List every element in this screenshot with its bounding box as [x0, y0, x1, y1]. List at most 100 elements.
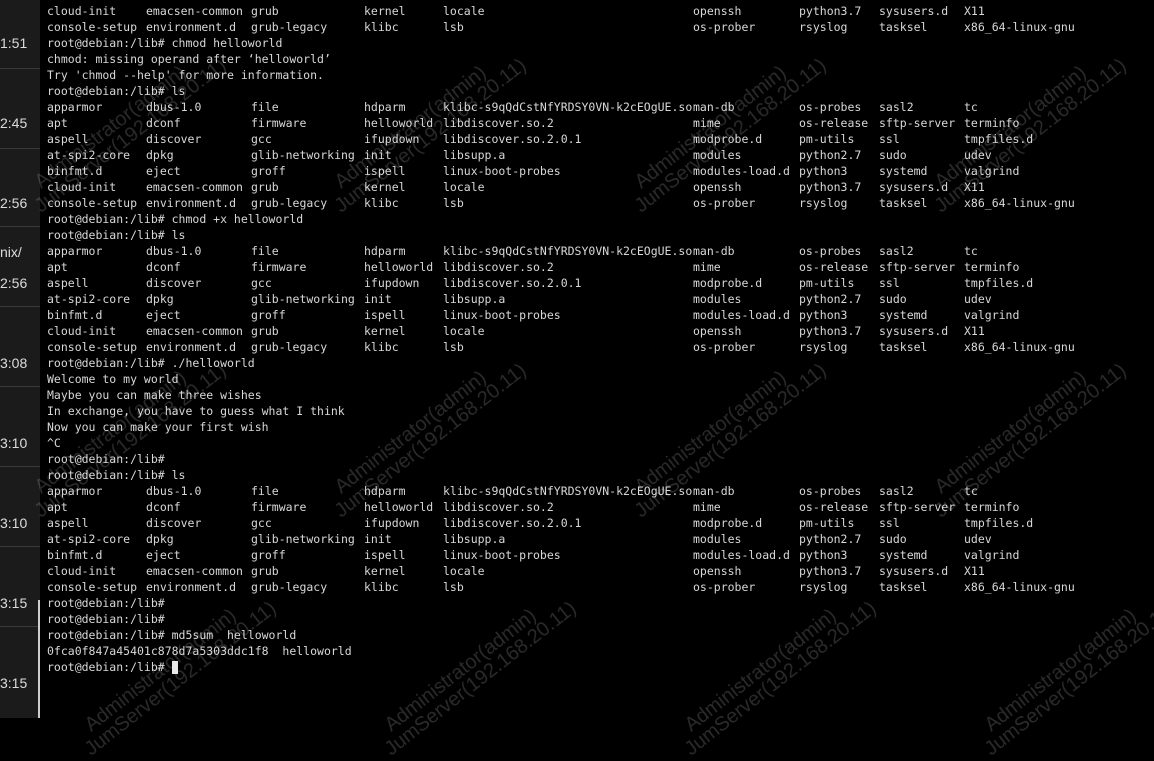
ls-entry: lsb [443, 340, 464, 354]
ls-entry: os-release [799, 116, 869, 130]
ls-entry: grub-legacy [251, 196, 328, 210]
sidebar-divider [0, 626, 40, 627]
ls-entry: rsyslog [799, 340, 848, 354]
terminal-line: apt dconf firmware helloworld libdiscover.so… [47, 499, 1019, 515]
ls-entry: grub [251, 324, 279, 338]
ls-entry: file [251, 484, 279, 498]
ls-entry: init [364, 292, 392, 306]
ls-entry: tasksel [879, 20, 928, 34]
sidebar-divider [0, 68, 40, 69]
ls-entry: ispell [364, 548, 406, 562]
ls-entry: openssh [693, 564, 742, 578]
ls-entry: python3.7 [799, 324, 862, 338]
terminal-line: console-setup environment.d grub-legacy kli… [47, 195, 1075, 211]
ls-entry: locale [443, 324, 485, 338]
ls-entry: os-prober [693, 340, 756, 354]
terminal-line: apt dconf firmware helloworld libdiscover.so… [47, 259, 1019, 275]
ls-entry: kernel [364, 4, 406, 18]
ls-entry: discover [146, 132, 202, 146]
ls-entry: tc [964, 244, 978, 258]
ls-entry: grub-legacy [251, 340, 328, 354]
terminal-line: binfmt.d eject groff ispell linux-boot-probe… [47, 547, 1019, 563]
session-time: 3:08 [0, 355, 28, 371]
ls-entry: python3.7 [799, 564, 862, 578]
ls-entry: x86_64-linux-gnu [964, 196, 1075, 210]
ls-entry: binfmt.d [47, 308, 103, 322]
session-path: nix/ [0, 244, 22, 260]
ls-entry: python3 [799, 308, 848, 322]
ls-entry: binfmt.d [47, 548, 103, 562]
ls-entry: environment.d [146, 20, 237, 34]
terminal-line: cloud-init emacsen-common grub kernel locale… [47, 3, 985, 19]
ls-entry: console-setup [47, 580, 138, 594]
ls-entry: openssh [693, 324, 742, 338]
terminal-output[interactable]: cloud-init emacsen-common grub kernel locale… [40, 0, 1154, 718]
ls-entry: python3 [799, 164, 848, 178]
sidebar-divider [0, 306, 40, 307]
terminal-line: cloud-init emacsen-common grub kernel locale… [47, 563, 985, 579]
sidebar-divider [0, 546, 40, 547]
terminal-line: chmod: missing operand after ‘helloworld… [47, 52, 331, 66]
ls-entry: firmware [251, 260, 307, 274]
ls-entry: eject [146, 308, 181, 322]
ls-entry: sysusers.d [879, 4, 949, 18]
ls-entry: modprobe.d [693, 516, 763, 530]
ls-entry: tasksel [879, 340, 928, 354]
terminal-line: binfmt.d eject groff ispell linux-boot-probe… [47, 307, 1019, 323]
ls-entry: aspell [47, 276, 89, 290]
ls-entry: modprobe.d [693, 276, 763, 290]
ls-entry: groff [251, 308, 286, 322]
terminal-line: cloud-init emacsen-common grub kernel locale… [47, 179, 985, 195]
terminal-line: root@debian:/lib# [47, 596, 165, 610]
ls-entry: cloud-init [47, 564, 117, 578]
ls-entry: dbus-1.0 [146, 244, 202, 258]
ls-entry: x86_64-linux-gnu [964, 20, 1075, 34]
terminal-line: root@debian:/lib# chmod helloworld [47, 36, 283, 50]
ls-entry: lsb [443, 196, 464, 210]
ls-entry: apparmor [47, 244, 103, 258]
ls-entry: ssl [879, 516, 900, 530]
terminal-line: console-setup environment.d grub-legacy kli… [47, 339, 1075, 355]
terminal-line: apparmor dbus-1.0 file hdparm klibc-s9qQdCst… [47, 99, 978, 115]
sidebar-divider [0, 466, 40, 467]
ls-entry: libdiscover.so.2.0.1 [443, 276, 582, 290]
ls-entry: rsyslog [799, 196, 848, 210]
terminal-line: cloud-init emacsen-common grub kernel locale… [47, 323, 985, 339]
session-sidebar: 1:51 2:45 2:56 nix/ 2:56 3:08 3:10 3:10 … [0, 0, 40, 718]
ls-entry: terminfo [964, 260, 1020, 274]
ls-entry: sysusers.d [879, 564, 949, 578]
ls-entry: emacsen-common [146, 4, 243, 18]
ls-entry: at-spi2-core [47, 292, 131, 306]
ls-entry: man-db [693, 244, 735, 258]
ls-entry: firmware [251, 116, 307, 130]
ls-entry: ssl [879, 276, 900, 290]
ls-entry: emacsen-common [146, 564, 243, 578]
terminal-lines: cloud-init emacsen-common grub kernel locale… [47, 3, 1075, 675]
ls-entry: dpkg [146, 532, 174, 546]
ls-entry: hdparm [364, 100, 406, 114]
ls-entry: lsb [443, 580, 464, 594]
ls-entry: sudo [879, 148, 907, 162]
ls-entry: tmpfiles.d [964, 276, 1034, 290]
ls-entry: tmpfiles.d [964, 516, 1034, 530]
ls-entry: emacsen-common [146, 324, 243, 338]
ls-entry: lsb [443, 20, 464, 34]
ls-entry: sysusers.d [879, 324, 949, 338]
ls-entry: systemd [879, 308, 928, 322]
ls-entry: apt [47, 260, 68, 274]
ls-entry: sudo [879, 532, 907, 546]
ls-entry: console-setup [47, 340, 138, 354]
ls-entry: valgrind [964, 548, 1020, 562]
ls-entry: hdparm [364, 244, 406, 258]
ls-entry: helloworld [364, 260, 434, 274]
ls-entry: dconf [146, 260, 181, 274]
ls-entry: mime [693, 260, 721, 274]
ls-entry: file [251, 244, 279, 258]
sidebar-divider [0, 148, 40, 149]
ls-entry: environment.d [146, 196, 237, 210]
ls-entry: at-spi2-core [47, 532, 131, 546]
ls-entry: X11 [964, 4, 985, 18]
ls-entry: locale [443, 180, 485, 194]
ls-entry: gcc [251, 132, 272, 146]
ls-entry: libsupp.a [443, 292, 506, 306]
